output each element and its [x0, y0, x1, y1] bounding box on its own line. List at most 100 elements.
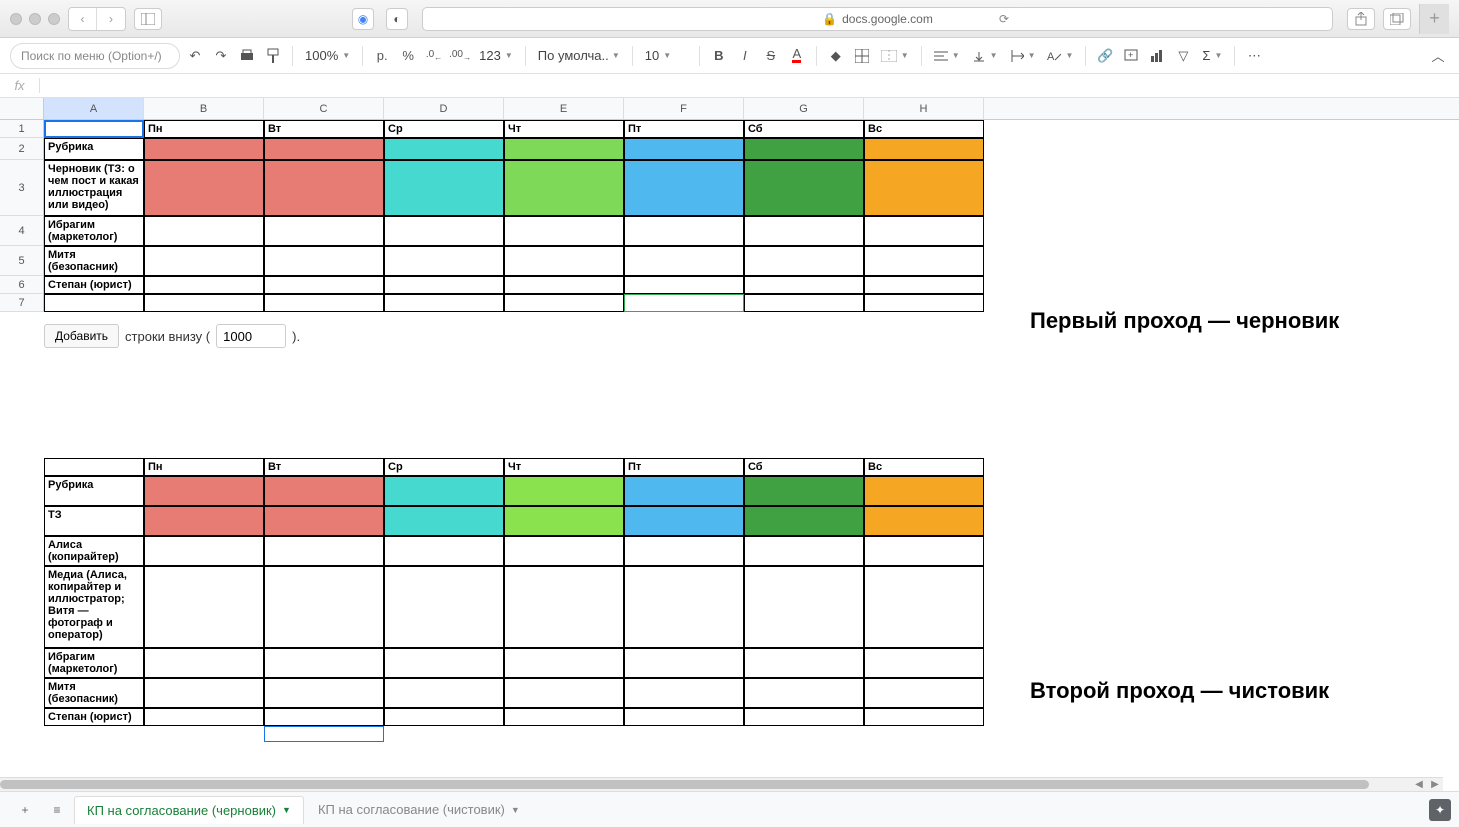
explore-button[interactable]: ✦: [1429, 799, 1451, 821]
text-color-button[interactable]: A: [786, 45, 808, 67]
t2-header-Сб[interactable]: Сб: [744, 458, 864, 476]
row-header-6[interactable]: 6: [0, 276, 44, 294]
t2-cell-4-0[interactable]: [144, 648, 264, 678]
column-header-D[interactable]: D: [384, 98, 504, 119]
cell-E5[interactable]: [504, 246, 624, 276]
back-button[interactable]: ‹: [69, 8, 97, 30]
t2-below-5[interactable]: [744, 726, 864, 742]
cell-C4[interactable]: [264, 216, 384, 246]
cell-G7[interactable]: [744, 294, 864, 312]
cell-D4[interactable]: [384, 216, 504, 246]
t2-cell-1-6[interactable]: [864, 506, 984, 536]
column-header-E[interactable]: E: [504, 98, 624, 119]
tabs-button[interactable]: [1383, 8, 1411, 30]
t2-label-5[interactable]: Митя (безопасник): [44, 678, 144, 708]
font-size-dropdown[interactable]: 10▼: [641, 44, 691, 68]
row-header-1[interactable]: 1: [0, 120, 44, 138]
cell-A4[interactable]: Ибрагим (маркетолог): [44, 216, 144, 246]
sidebar-toggle[interactable]: [134, 8, 162, 30]
t2-cell-6-0[interactable]: [144, 708, 264, 726]
cell-D1[interactable]: Ср: [384, 120, 504, 138]
cell-E6[interactable]: [504, 276, 624, 294]
row-header-5[interactable]: 5: [0, 246, 44, 276]
cell-B4[interactable]: [144, 216, 264, 246]
t2-cell-5-5[interactable]: [744, 678, 864, 708]
cell-A6[interactable]: Степан (юрист): [44, 276, 144, 294]
redo-button[interactable]: ↷: [210, 45, 232, 67]
cell-C3[interactable]: [264, 160, 384, 216]
t2-cell-1-4[interactable]: [624, 506, 744, 536]
t2-cell-4-6[interactable]: [864, 648, 984, 678]
row-header-2[interactable]: 2: [0, 138, 44, 160]
cell-G1[interactable]: Сб: [744, 120, 864, 138]
column-header-F[interactable]: F: [624, 98, 744, 119]
cell-A3[interactable]: Черновик (ТЗ: о чем пост и какая иллюстр…: [44, 160, 144, 216]
collapse-toolbar-button[interactable]: ︿: [1427, 45, 1449, 67]
t2-cell-3-1[interactable]: [264, 566, 384, 648]
column-header-B[interactable]: B: [144, 98, 264, 119]
t2-cell-2-3[interactable]: [504, 536, 624, 566]
forward-button[interactable]: ›: [97, 8, 125, 30]
comment-button[interactable]: +: [1120, 45, 1142, 67]
v-align-button[interactable]: ▼: [968, 44, 1002, 68]
t2-cell-5-4[interactable]: [624, 678, 744, 708]
cell-D2[interactable]: [384, 138, 504, 160]
t2-cell-1-0[interactable]: [144, 506, 264, 536]
t2-cell-2-1[interactable]: [264, 536, 384, 566]
cell-C1[interactable]: Вт: [264, 120, 384, 138]
h-align-button[interactable]: ▼: [930, 44, 964, 68]
italic-button[interactable]: I: [734, 45, 756, 67]
t2-below-4[interactable]: [624, 726, 744, 742]
wrap-button[interactable]: ▼: [1006, 44, 1040, 68]
t2-cell-2-6[interactable]: [864, 536, 984, 566]
cell-H1[interactable]: Вс: [864, 120, 984, 138]
cell-C5[interactable]: [264, 246, 384, 276]
column-header-G[interactable]: G: [744, 98, 864, 119]
t2-cell-6-4[interactable]: [624, 708, 744, 726]
cell-G2[interactable]: [744, 138, 864, 160]
t2-cell-2-5[interactable]: [744, 536, 864, 566]
cell-G3[interactable]: [744, 160, 864, 216]
cell-C7[interactable]: [264, 294, 384, 312]
cell-F5[interactable]: [624, 246, 744, 276]
reader-button[interactable]: ◐: [386, 8, 408, 30]
t2-header-Вт[interactable]: Вт: [264, 458, 384, 476]
row-header-3[interactable]: 3: [0, 160, 44, 216]
link-button[interactable]: 🔗: [1094, 45, 1116, 67]
cell-E3[interactable]: [504, 160, 624, 216]
reload-icon[interactable]: ⟳: [999, 12, 1009, 26]
t2-cell-5-3[interactable]: [504, 678, 624, 708]
borders-button[interactable]: [851, 45, 873, 67]
bold-button[interactable]: B: [708, 45, 730, 67]
t2-cell-0-3[interactable]: [504, 476, 624, 506]
add-sheet-button[interactable]: +: [10, 796, 40, 824]
cell-G6[interactable]: [744, 276, 864, 294]
add-rows-button[interactable]: Добавить: [44, 324, 119, 348]
t2-header-Пн[interactable]: Пн: [144, 458, 264, 476]
cell-F6[interactable]: [624, 276, 744, 294]
t2-cell-0-6[interactable]: [864, 476, 984, 506]
sheet-tab-active[interactable]: КП на согласование (черновик) ▼: [74, 796, 304, 824]
cell-A2[interactable]: Рубрика: [44, 138, 144, 160]
new-tab-button[interactable]: +: [1419, 4, 1449, 34]
cell-B2[interactable]: [144, 138, 264, 160]
t2-cell-0-0[interactable]: [144, 476, 264, 506]
t2-cell-4-3[interactable]: [504, 648, 624, 678]
cell-H5[interactable]: [864, 246, 984, 276]
cell-B5[interactable]: [144, 246, 264, 276]
percent-button[interactable]: %: [397, 45, 419, 67]
t2-below-1[interactable]: [264, 726, 384, 742]
close-window[interactable]: [10, 13, 22, 25]
cell-A1[interactable]: [44, 120, 144, 138]
t2-cell-6-6[interactable]: [864, 708, 984, 726]
strike-button[interactable]: S: [760, 45, 782, 67]
format-123-dropdown[interactable]: 123▼: [475, 44, 517, 68]
cell-B6[interactable]: [144, 276, 264, 294]
minimize-window[interactable]: [29, 13, 41, 25]
t2-below-3[interactable]: [504, 726, 624, 742]
t2-cell-0-4[interactable]: [624, 476, 744, 506]
t2-cell-0-2[interactable]: [384, 476, 504, 506]
menu-search[interactable]: Поиск по меню (Option+/): [10, 43, 180, 69]
row-header-7[interactable]: 7: [0, 294, 44, 312]
cell-B3[interactable]: [144, 160, 264, 216]
